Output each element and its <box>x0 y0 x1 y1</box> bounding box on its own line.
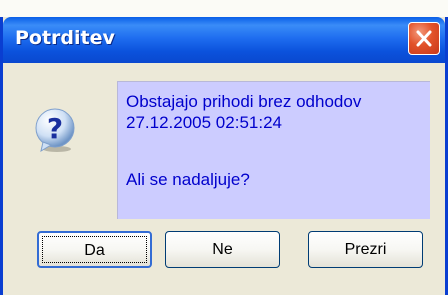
svg-text:?: ? <box>47 112 63 145</box>
close-button[interactable] <box>408 22 440 55</box>
message-line-3: Ali se nadaljuje? <box>126 170 250 189</box>
dialog-title: Potrditev <box>15 27 115 49</box>
message-line-1: Obstajajo prihodi brez odhodov <box>126 92 362 111</box>
confirmation-dialog: Potrditev ? Obstajajo prihodi brez odhod… <box>0 17 448 295</box>
question-icon: ? <box>33 107 79 153</box>
message-box: Obstajajo prihodi brez odhodov 27.12.200… <box>117 81 430 219</box>
ignore-button[interactable]: Prezri <box>308 231 423 268</box>
close-icon <box>416 30 432 47</box>
no-button[interactable]: Ne <box>165 231 280 268</box>
title-bar[interactable]: Potrditev <box>3 17 445 63</box>
yes-button[interactable]: Da <box>37 231 152 268</box>
message-line-2: 27.12.2005 02:51:24 <box>126 113 282 132</box>
